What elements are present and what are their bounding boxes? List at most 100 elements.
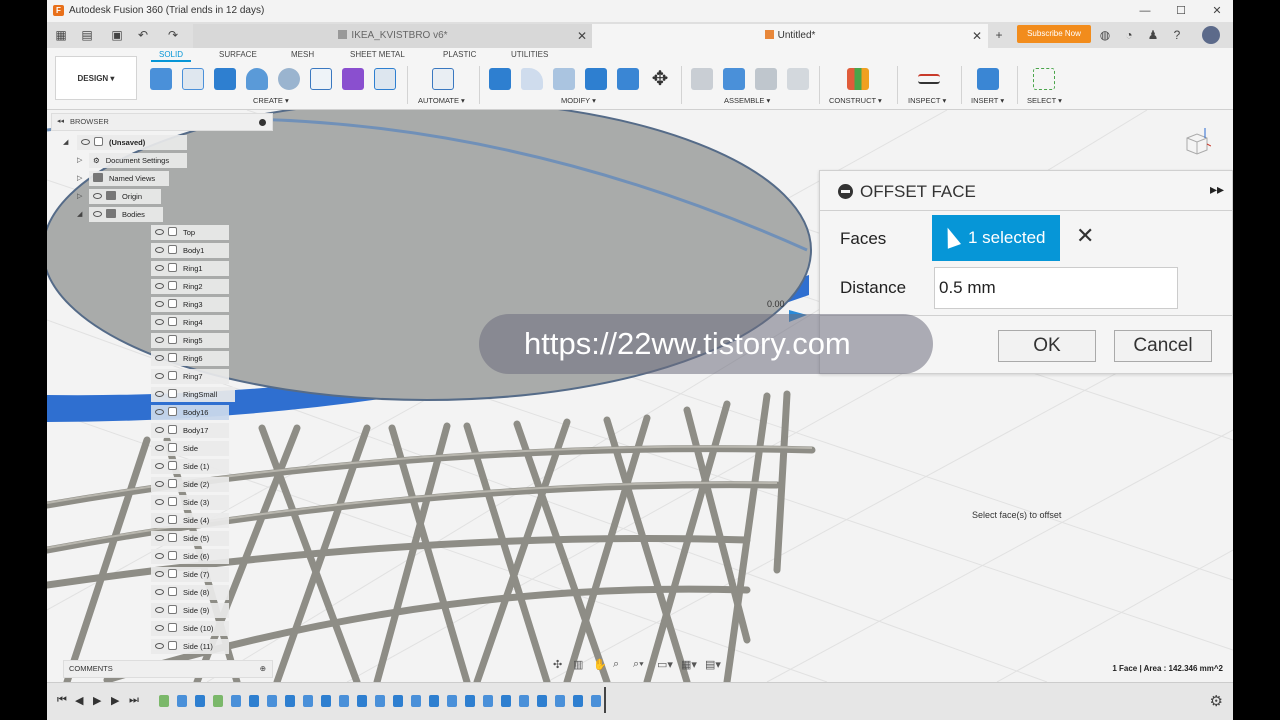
display-settings-icon[interactable]: ▭▾ (657, 658, 673, 671)
look-at-icon[interactable]: ▥ (573, 658, 583, 671)
visibility-eye-icon[interactable] (155, 409, 164, 415)
browser-panel-header[interactable]: ◂◂ BROWSER (51, 113, 273, 131)
3d-viewport[interactable]: 0.00 ◂◂ BROWSER ◢ (Unsaved) ▷ ⚙ Document … (47, 110, 1233, 682)
design-workspace-button[interactable]: DESIGN ▾ (55, 56, 137, 100)
timeline-feature[interactable] (231, 695, 241, 707)
tab-ikea-kvistbro[interactable]: IKEA_KVISTBRO v6* ✕ (193, 24, 593, 48)
collapse-browser-icon[interactable]: ◂◂ (57, 114, 64, 130)
timeline-feature[interactable] (573, 695, 583, 707)
browser-root-node[interactable]: (Unsaved) (77, 135, 187, 150)
group-create[interactable]: CREATE ▾ (253, 96, 289, 105)
save-icon[interactable]: ▣ (109, 27, 125, 43)
timeline-feature[interactable] (213, 695, 223, 707)
timeline-feature[interactable] (321, 695, 331, 707)
subscribe-now-button[interactable]: Subscribe Now (1017, 25, 1091, 43)
revolve-icon[interactable] (246, 68, 268, 90)
close-window-icon[interactable]: ✕ (1207, 3, 1227, 19)
view-cube[interactable] (1183, 128, 1211, 156)
browser-node-bodies[interactable]: Bodies (89, 207, 163, 222)
new-tab-icon[interactable]: + (991, 27, 1007, 43)
visibility-eye-icon[interactable] (81, 139, 90, 145)
joint-icon[interactable] (691, 68, 713, 90)
expand-arrow-icon[interactable]: ◢ (77, 210, 82, 218)
insert-canvas-icon[interactable] (977, 68, 999, 90)
mirror-icon[interactable] (374, 68, 396, 90)
expand-root-icon[interactable]: ◢ (63, 138, 68, 146)
play-icon[interactable]: ▶ (93, 694, 101, 707)
browser-body-item[interactable]: Side (5) (151, 531, 229, 546)
browser-body-item[interactable]: Body1 (151, 243, 229, 258)
timeline-feature[interactable] (249, 695, 259, 707)
browser-body-item[interactable]: Side (11) (151, 639, 229, 654)
file-icon[interactable]: ▤ (79, 27, 95, 43)
tab-surface[interactable]: SURFACE (219, 50, 257, 59)
browser-body-item[interactable]: Side (1) (151, 459, 229, 474)
timeline-feature[interactable] (411, 695, 421, 707)
press-pull-icon[interactable] (489, 68, 511, 90)
hole-icon[interactable] (278, 68, 300, 90)
undo-icon[interactable]: ↶ (135, 27, 151, 43)
pan-icon[interactable]: ✋ (593, 658, 607, 671)
pin-icon[interactable] (259, 119, 266, 126)
visibility-eye-icon[interactable] (155, 427, 164, 433)
faces-selection-button[interactable]: 1 selected (932, 215, 1060, 261)
select-icon[interactable] (1033, 68, 1055, 90)
go-to-end-icon[interactable]: ⏭ (129, 694, 139, 707)
group-inspect[interactable]: INSPECT ▾ (908, 96, 946, 105)
redo-icon[interactable]: ↷ (165, 27, 181, 43)
visibility-eye-icon[interactable] (155, 517, 164, 523)
timeline-feature[interactable] (159, 695, 169, 707)
group-construct[interactable]: CONSTRUCT ▾ (829, 96, 882, 105)
timeline-marker[interactable] (604, 687, 606, 713)
visibility-eye-icon[interactable] (155, 229, 164, 235)
measure-icon[interactable] (918, 74, 940, 84)
visibility-eye-icon[interactable] (155, 373, 164, 379)
group-insert[interactable]: INSERT ▾ (971, 96, 1004, 105)
tab-plastic[interactable]: PLASTIC (443, 50, 476, 59)
new-component-icon[interactable] (150, 68, 172, 90)
tab-utilities[interactable]: UTILITIES (511, 50, 548, 59)
notifications-icon[interactable]: ♟ (1145, 27, 1161, 43)
visibility-eye-icon[interactable] (155, 535, 164, 541)
step-forward-icon[interactable]: ▶ (111, 694, 119, 707)
timeline-feature[interactable] (519, 695, 529, 707)
visibility-eye-icon[interactable] (155, 391, 164, 397)
visibility-eye-icon[interactable] (155, 643, 164, 649)
group-automate[interactable]: AUTOMATE ▾ (418, 96, 465, 105)
timeline-feature[interactable] (537, 695, 547, 707)
clear-selection-icon[interactable]: ✕ (1076, 223, 1094, 249)
visibility-eye-icon[interactable] (155, 265, 164, 271)
rigid-group-icon[interactable] (787, 68, 809, 90)
go-to-start-icon[interactable]: ⏮ (57, 694, 67, 707)
timeline-feature[interactable] (285, 695, 295, 707)
offset-plane-icon[interactable] (847, 68, 869, 90)
new-component-assemble-icon[interactable] (723, 68, 745, 90)
shell-icon[interactable] (553, 68, 575, 90)
fillet-icon[interactable] (521, 68, 543, 90)
browser-body-item[interactable]: Side (7) (151, 567, 229, 582)
add-comment-icon[interactable]: ⊕ (260, 661, 266, 677)
tab-mesh[interactable]: MESH (291, 50, 314, 59)
browser-node-origin[interactable]: Origin (89, 189, 161, 204)
automate-icon[interactable] (432, 68, 454, 90)
timeline-feature[interactable] (357, 695, 367, 707)
expand-dialog-icon[interactable]: ▸▸ (1210, 181, 1224, 198)
timeline-feature[interactable] (447, 695, 457, 707)
timeline-feature[interactable] (591, 695, 601, 707)
visibility-eye-icon[interactable] (155, 301, 164, 307)
browser-node-named-views[interactable]: Named Views (89, 171, 169, 186)
browser-body-item[interactable]: Ring6 (151, 351, 229, 366)
visibility-eye-icon[interactable] (155, 589, 164, 595)
visibility-eye-icon[interactable] (155, 283, 164, 289)
visibility-eye-icon[interactable] (155, 553, 164, 559)
user-avatar[interactable] (1202, 26, 1220, 44)
browser-body-item[interactable]: Side (2) (151, 477, 229, 492)
as-built-joint-icon[interactable] (755, 68, 777, 90)
browser-body-item[interactable]: Side (10) (151, 621, 229, 636)
cancel-button[interactable]: Cancel (1114, 330, 1212, 362)
browser-body-item[interactable]: Side (8) (151, 585, 229, 600)
browser-body-item[interactable]: Side (6) (151, 549, 229, 564)
visibility-eye-icon[interactable] (155, 481, 164, 487)
browser-body-item[interactable]: Ring2 (151, 279, 229, 294)
maximize-icon[interactable]: ☐ (1171, 3, 1191, 19)
